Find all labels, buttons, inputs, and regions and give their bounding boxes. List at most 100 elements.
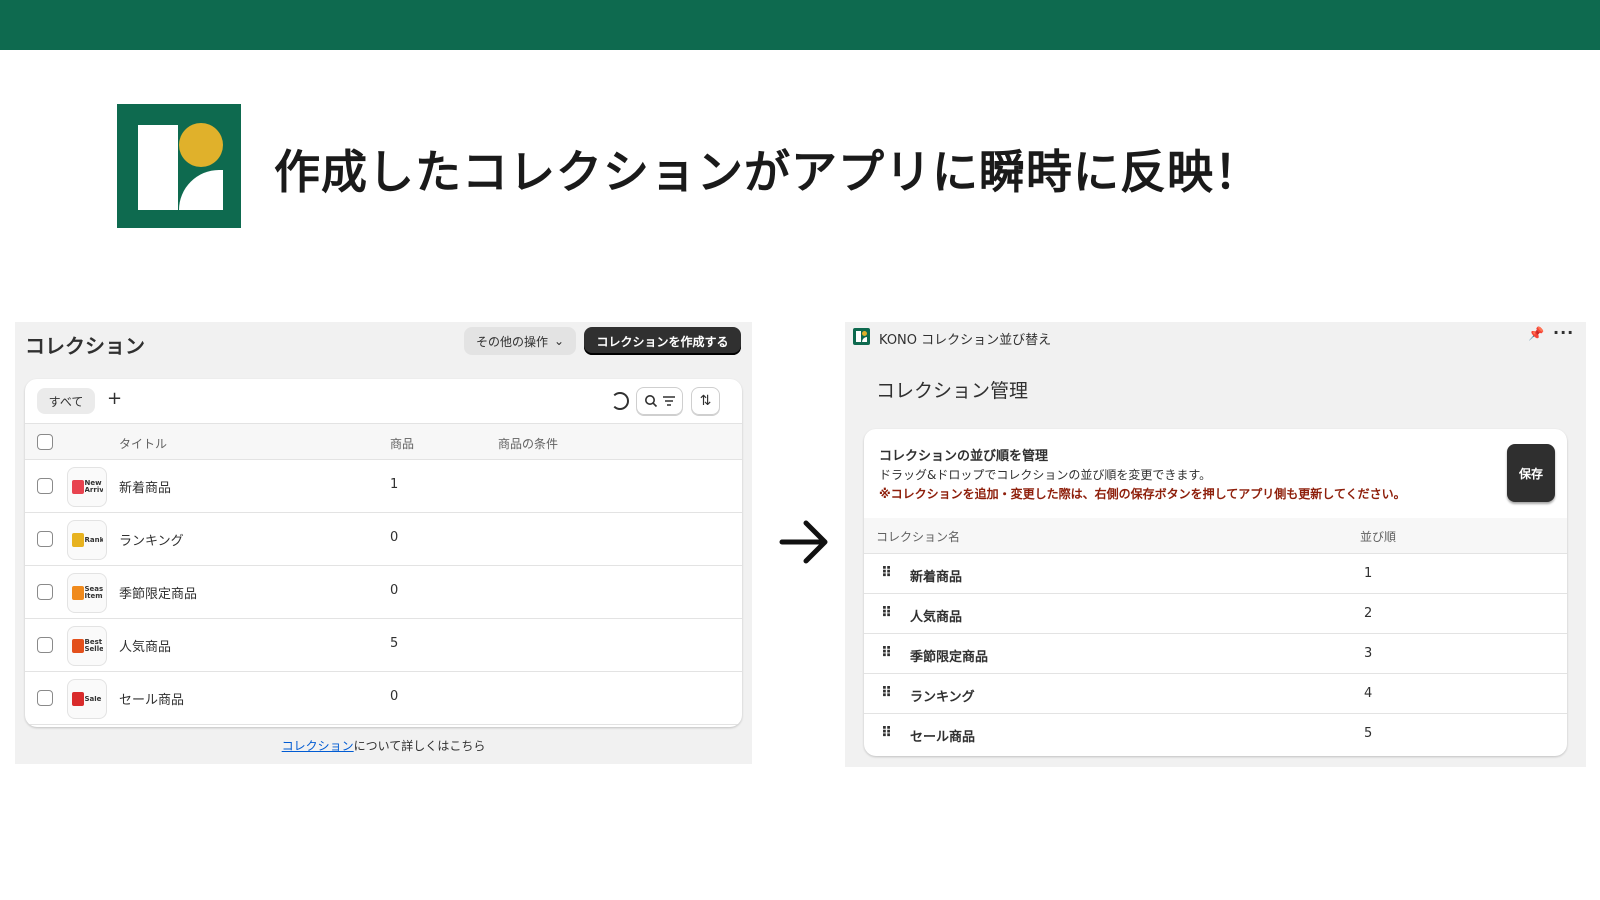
collection-thumbnail: New Arrivals — [67, 467, 107, 507]
thumbnail-caption: Seasonal Items — [84, 586, 103, 600]
filter-tabs: すべて + ⇅ — [25, 379, 742, 423]
headline: 作成したコレクションがアプリに瞬時に反映！ — [274, 145, 1261, 199]
collections-help-link[interactable]: コレクション — [282, 739, 354, 753]
collection-thumbnail: Sale — [67, 679, 107, 719]
column-collection-name: コレクション名 — [876, 530, 961, 544]
sale-tag-icon — [71, 692, 84, 706]
select-all-checkbox[interactable] — [37, 434, 53, 450]
thumbnail-caption: New Arrivals — [84, 480, 103, 494]
table-row[interactable]: New Arrivals 新着商品 1 — [25, 460, 742, 513]
row-checkbox[interactable] — [37, 584, 53, 600]
collection-title[interactable]: 新着商品 — [119, 477, 171, 496]
kono-logo — [117, 104, 241, 228]
row-checkbox[interactable] — [37, 478, 53, 494]
collection-title[interactable]: 人気商品 — [119, 636, 171, 655]
product-count: 1 — [390, 477, 399, 492]
search-filter-button[interactable] — [636, 387, 683, 415]
collection-name: 季節限定商品 — [910, 650, 989, 665]
card-warning: ※コレクションを追加・変更した際は、右側の保存ボタンを押してアプリ側も更新してく… — [879, 487, 1406, 501]
logo-bar-shape — [138, 125, 178, 210]
shopify-collections-panel: コレクション その他の操作 ⌄ コレクションを作成する すべて + ⇅ タイトル… — [15, 322, 752, 764]
create-collection-button[interactable]: コレクションを作成する — [584, 327, 741, 355]
sortable-row[interactable]: ⠿ セール商品 5 — [864, 714, 1567, 754]
trophy-icon — [71, 533, 84, 547]
collection-name: セール商品 — [910, 730, 976, 745]
thumbnail-caption: Sale — [84, 695, 102, 703]
app-header: KONO コレクション並び替え 📌 ··· — [845, 322, 1586, 350]
kono-app-panel: KONO コレクション並び替え 📌 ··· コレクション管理 コレクションの並び… — [845, 322, 1586, 767]
collection-title[interactable]: ランキング — [119, 530, 184, 549]
drag-handle-icon[interactable]: ⠿ — [881, 725, 892, 741]
app-logo-dot — [862, 331, 867, 336]
chevron-down-icon: ⌄ — [553, 334, 565, 348]
collection-name: ランキング — [910, 690, 975, 705]
card-description: ドラッグ&ドロップでコレクションの並び順を変更できます。 — [879, 468, 1212, 482]
collection-title[interactable]: 季節限定商品 — [119, 583, 197, 602]
table-row[interactable]: Ranking ランキング 0 — [25, 513, 742, 566]
tab-all[interactable]: すべて — [37, 388, 95, 414]
sortable-row[interactable]: ⠿ ランキング 4 — [864, 674, 1567, 714]
product-count: 0 — [390, 689, 399, 704]
thumbnail-caption: Ranking — [84, 536, 103, 544]
arrow-right-icon — [779, 520, 828, 564]
drag-handle-icon[interactable]: ⠿ — [881, 605, 892, 621]
column-title: タイトル — [119, 437, 168, 451]
other-actions-label: その他の操作 — [475, 334, 548, 349]
help-footer: コレクションについて詳しくはこちら — [15, 737, 752, 754]
other-actions-button[interactable]: その他の操作 ⌄ — [464, 327, 576, 355]
logo-quarter-shape — [179, 170, 223, 210]
table-row[interactable]: Best Sellers 人気商品 5 — [25, 619, 742, 672]
sort-order: 5 — [1364, 726, 1373, 741]
drag-handle-icon[interactable]: ⠿ — [881, 685, 892, 701]
add-view-button[interactable]: + — [107, 388, 122, 409]
card-title: コレクションの並び順を管理 — [879, 449, 1049, 464]
column-products: 商品 — [390, 437, 415, 451]
save-button[interactable]: 保存 — [1507, 444, 1555, 502]
filter-icon — [662, 396, 675, 406]
shopping-bag-icon — [71, 639, 84, 653]
help-footer-text: について詳しくはこちら — [353, 739, 486, 753]
collection-thumbnail: Seasonal Items — [67, 573, 107, 613]
app-logo-quarter — [862, 337, 867, 342]
sort-button[interactable]: ⇅ — [691, 387, 720, 415]
drag-handle-icon[interactable]: ⠿ — [881, 565, 892, 581]
sortable-row[interactable]: ⠿ 新着商品 1 — [864, 554, 1567, 594]
table-row[interactable]: Seasonal Items 季節限定商品 0 — [25, 566, 742, 619]
app-logo-bar — [856, 331, 861, 342]
collection-thumbnail: Best Sellers — [67, 626, 107, 666]
shopping-bag-icon — [71, 480, 84, 494]
table-header: コレクション名 並び順 — [864, 518, 1567, 554]
column-conditions: 商品の条件 — [498, 437, 559, 451]
collection-name: 人気商品 — [910, 610, 963, 625]
top-banner — [0, 0, 1600, 50]
sort-order: 4 — [1364, 686, 1373, 701]
row-checkbox[interactable] — [37, 690, 53, 706]
sort-order: 2 — [1364, 606, 1373, 621]
collection-name: 新着商品 — [910, 570, 963, 585]
row-checkbox[interactable] — [37, 531, 53, 547]
table-row[interactable]: Sale セール商品 0 — [25, 672, 742, 725]
sortable-row[interactable]: ⠿ 季節限定商品 3 — [864, 634, 1567, 674]
pin-icon[interactable]: 📌 — [1528, 327, 1544, 342]
page-title: コレクション — [25, 334, 145, 358]
column-order: 並び順 — [1360, 530, 1397, 544]
product-count: 0 — [390, 583, 399, 598]
collection-thumbnail: Ranking — [67, 520, 107, 560]
sort-order-card: コレクションの並び順を管理 ドラッグ&ドロップでコレクションの並び順を変更できま… — [864, 429, 1567, 756]
collection-title[interactable]: セール商品 — [119, 689, 184, 708]
sort-order: 3 — [1364, 646, 1373, 661]
row-checkbox[interactable] — [37, 637, 53, 653]
sort-order: 1 — [1364, 566, 1373, 581]
flower-tag-icon — [71, 586, 84, 600]
table-header: タイトル 商品 商品の条件 — [25, 423, 742, 460]
more-options-icon[interactable]: ··· — [1553, 323, 1574, 342]
collections-table-card: すべて + ⇅ タイトル 商品 商品の条件 New Arrivals 新着商品 — [25, 379, 742, 727]
page-title: コレクション管理 — [876, 380, 1029, 402]
app-name: KONO コレクション並び替え — [879, 333, 1052, 348]
search-icon — [644, 395, 657, 408]
product-count: 5 — [390, 636, 399, 651]
sortable-row[interactable]: ⠿ 人気商品 2 — [864, 594, 1567, 634]
logo-dot-shape — [179, 123, 223, 167]
drag-handle-icon[interactable]: ⠿ — [881, 645, 892, 661]
loading-spinner-icon — [611, 392, 629, 410]
